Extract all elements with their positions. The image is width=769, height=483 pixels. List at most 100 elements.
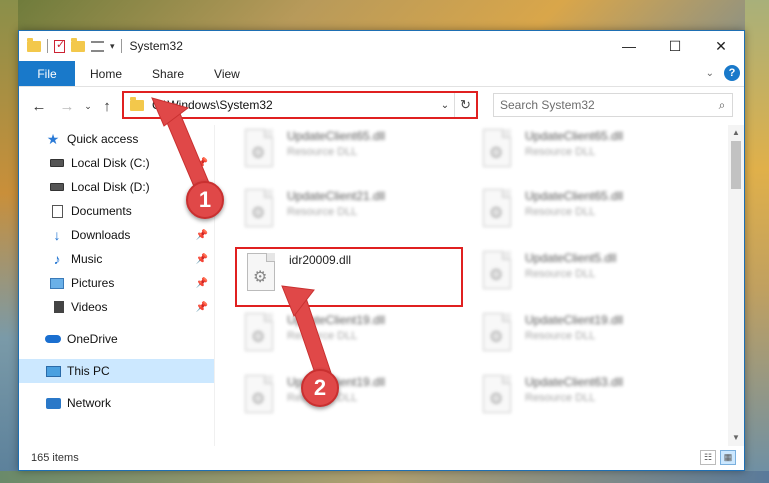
- up-button[interactable]: ↑: [97, 98, 117, 115]
- tab-share[interactable]: Share: [137, 61, 199, 86]
- address-path[interactable]: C:\Windows\System32: [152, 98, 436, 112]
- file-type: Resource DLL: [287, 146, 358, 158]
- file-name: UpdateClient21.dll: [287, 189, 386, 203]
- search-box[interactable]: ⌕: [493, 93, 733, 117]
- maximize-button[interactable]: ☐: [652, 31, 698, 61]
- dll-file-icon: ⚙: [243, 253, 281, 299]
- pin-icon[interactable]: 📌: [196, 158, 208, 169]
- address-bar[interactable]: C:\Windows\System32 ⌄ ↻: [122, 91, 478, 119]
- file-type: Resource DLL: [525, 330, 596, 342]
- sidebar-item-label: Local Disk (C:): [71, 156, 150, 170]
- disk-icon: [49, 156, 65, 170]
- minimize-button[interactable]: —: [606, 31, 652, 61]
- callout-step-1: 1: [186, 181, 224, 219]
- file-type: Resource DLL: [287, 206, 358, 218]
- file-tile[interactable]: ⚙ UpdateClient65.dll Resource DLL: [473, 185, 699, 239]
- star-icon: ★: [46, 130, 60, 147]
- sidebar-item-pictures[interactable]: Pictures 📌: [19, 271, 214, 295]
- file-tile[interactable]: ⚙ UpdateClient65.dll Resource DLL: [473, 125, 699, 179]
- address-dropdown-icon[interactable]: ⌄: [436, 100, 454, 111]
- dll-file-icon: ⚙: [241, 375, 279, 421]
- file-name: UpdateClient65.dll: [287, 129, 386, 143]
- pin-icon[interactable]: 📌: [196, 302, 208, 313]
- sidebar-item-label: Documents: [71, 204, 132, 218]
- file-name: UpdateClient19.dll: [287, 313, 386, 327]
- sidebar-item-this-pc[interactable]: This PC: [19, 359, 214, 383]
- folder-icon: [130, 96, 144, 111]
- help-icon[interactable]: ?: [724, 65, 740, 81]
- customize-toolbar-icon[interactable]: ▾: [110, 41, 115, 52]
- new-folder-icon[interactable]: [71, 37, 85, 52]
- file-tile[interactable]: ⚙ UpdateClient5.dll Resource DLL: [473, 247, 699, 301]
- sidebar-item-local-disk-d[interactable]: Local Disk (D:): [19, 175, 214, 199]
- close-button[interactable]: ✕: [698, 31, 744, 61]
- sidebar-item-documents[interactable]: Documents: [19, 199, 214, 223]
- dll-file-icon: ⚙: [241, 129, 279, 175]
- file-type: Resource DLL: [525, 146, 596, 158]
- ribbon-right-controls: ⌄ ?: [706, 65, 740, 81]
- vertical-scrollbar[interactable]: ▲ ▼: [728, 125, 744, 446]
- sidebar-item-quick-access[interactable]: ★ Quick access: [19, 127, 214, 151]
- sidebar-item-label: Quick access: [67, 132, 139, 146]
- refresh-button[interactable]: ↻: [454, 93, 476, 117]
- scroll-down-arrow-icon[interactable]: ▼: [728, 430, 744, 446]
- sidebar-item-music[interactable]: ♪ Music 📌: [19, 247, 214, 271]
- downloads-icon: ↓: [53, 227, 61, 243]
- pin-icon[interactable]: 📌: [196, 230, 208, 241]
- dll-file-icon: ⚙: [241, 189, 279, 235]
- toolbar-divider: [47, 39, 48, 53]
- tab-home[interactable]: Home: [75, 61, 137, 86]
- dll-file-icon: ⚙: [479, 251, 517, 297]
- forward-button[interactable]: →: [57, 98, 77, 115]
- sidebar-item-onedrive[interactable]: OneDrive: [19, 327, 214, 351]
- properties-check-icon[interactable]: [54, 38, 65, 53]
- file-list: ⚙ UpdateClient65.dll Resource DLL ⚙ Updat…: [215, 125, 744, 446]
- sidebar-item-videos[interactable]: Videos 📌: [19, 295, 214, 319]
- sidebar-item-label: Downloads: [71, 228, 131, 242]
- pin-icon[interactable]: 📌: [196, 278, 208, 289]
- file-type: Resource DLL: [525, 268, 596, 280]
- file-tile[interactable]: ⚙ UpdateClient19.dll Resource DLL: [473, 309, 699, 363]
- ribbon-tabs: File Home Share View ⌄ ?: [19, 61, 744, 87]
- sidebar-item-label: Pictures: [71, 276, 115, 290]
- sidebar-item-label: This PC: [67, 364, 110, 378]
- file-name: UpdateClient5.dll: [525, 251, 617, 265]
- file-tile[interactable]: ⚙ UpdateClient19.dllResource DLL: [235, 309, 461, 363]
- pin-icon[interactable]: 📌: [196, 254, 208, 265]
- file-type: Resource DLL: [525, 392, 596, 404]
- expand-ribbon-icon[interactable]: ⌄: [706, 68, 714, 79]
- navigation-pane: ★ Quick access Local Disk (C:) 📌 Local D…: [19, 125, 215, 446]
- back-button[interactable]: ←: [29, 98, 49, 115]
- file-name: UpdateClient19.dll: [525, 313, 624, 327]
- status-bar: 165 items ☷ ▦: [19, 446, 744, 470]
- file-name: UpdateClient63.dll: [525, 375, 624, 389]
- dll-file-icon: ⚙: [479, 129, 517, 175]
- tab-view[interactable]: View: [199, 61, 255, 86]
- file-tile[interactable]: ⚙ UpdateClient19.dllResource DLL: [235, 371, 461, 425]
- file-tile-idr20009[interactable]: ⚙ idr20009.dll: [235, 247, 463, 307]
- sidebar-item-downloads[interactable]: ↓ Downloads 📌: [19, 223, 214, 247]
- tab-file[interactable]: File: [19, 61, 75, 86]
- scrollbar-thumb[interactable]: [731, 141, 741, 189]
- recent-locations-button[interactable]: ⌄: [81, 101, 95, 112]
- desktop-background-bottom: [0, 471, 769, 483]
- this-pc-icon: [45, 364, 61, 378]
- toolbar-divider: [120, 39, 122, 53]
- onedrive-icon: [45, 332, 61, 346]
- sidebar-item-local-disk-c[interactable]: Local Disk (C:) 📌: [19, 151, 214, 175]
- search-icon[interactable]: ⌕: [712, 98, 732, 113]
- sidebar-item-network[interactable]: Network: [19, 391, 214, 415]
- file-tile[interactable]: ⚙ UpdateClient21.dll Resource DLL: [235, 185, 461, 239]
- details-view-button[interactable]: ☷: [700, 450, 716, 465]
- properties-icon[interactable]: [91, 40, 104, 52]
- scroll-up-arrow-icon[interactable]: ▲: [728, 125, 744, 141]
- file-tile[interactable]: ⚙ UpdateClient63.dll Resource DLL: [473, 371, 699, 425]
- view-switcher: ☷ ▦: [700, 450, 736, 465]
- dll-file-icon: ⚙: [479, 189, 517, 235]
- file-tile[interactable]: ⚙ UpdateClient65.dll Resource DLL: [235, 125, 461, 179]
- tiles-view-button[interactable]: ▦: [720, 450, 736, 465]
- dll-file-icon: ⚙: [479, 375, 517, 421]
- search-input[interactable]: [494, 98, 712, 112]
- dll-file-icon: ⚙: [479, 313, 517, 359]
- documents-icon: [49, 204, 65, 218]
